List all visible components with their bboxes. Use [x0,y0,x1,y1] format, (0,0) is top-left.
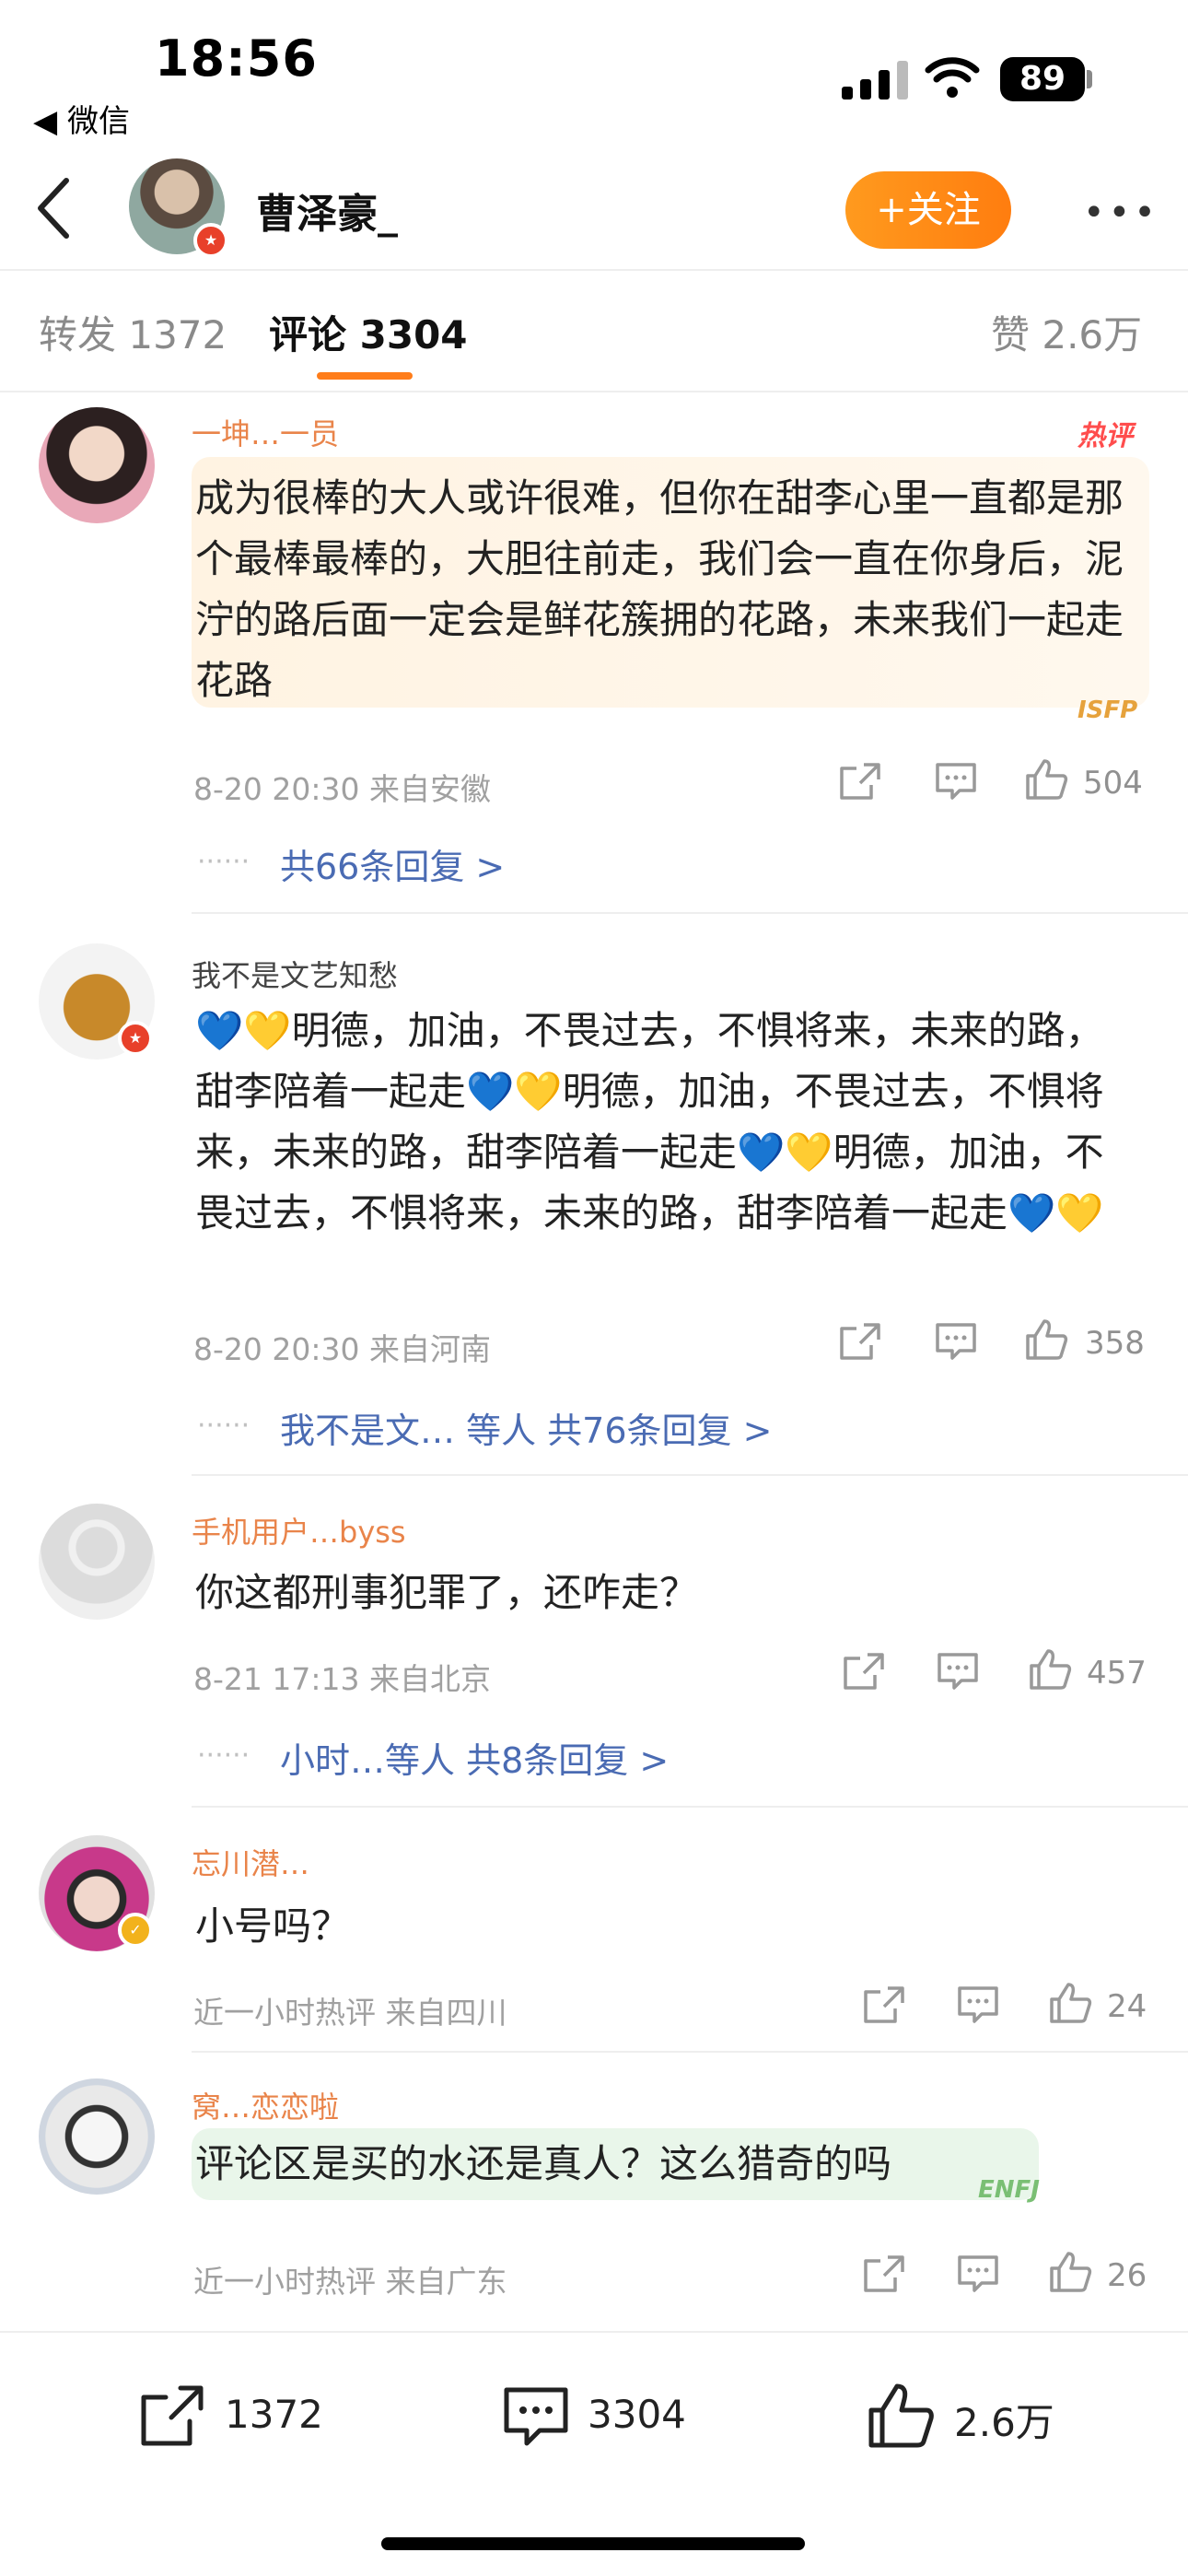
comment-username[interactable]: 忘川潜… [192,1841,309,1883]
view-replies-link[interactable]: 共66条回复 > [280,838,505,889]
back-arrow-icon[interactable] [29,175,79,241]
tabs-divider [0,391,1188,392]
like-count: 24 [1107,1988,1147,2025]
share-icon[interactable] [842,1651,886,1692]
comment-count[interactable]: 3304 [588,2392,686,2437]
share-icon[interactable] [862,2254,906,2294]
view-replies-link[interactable]: 我不是文… 等人 共76条回复 > [280,1402,772,1453]
mbti-sticker: ENFJ [978,2176,1040,2204]
active-tab-indicator [317,372,413,380]
comment-username[interactable]: 手机用户…byss [192,1509,406,1551]
comment-username[interactable]: 我不是文艺知愁 [192,953,398,995]
comment-divider [192,912,1188,914]
tab-repost[interactable]: 转发 1372 [39,304,227,360]
reply-icon[interactable] [956,2254,1000,2294]
comment-divider [192,2051,1188,2053]
like-icon[interactable] [1048,2250,1092,2292]
tab-comment[interactable]: 评论 3304 [269,304,468,360]
comment-meta: 近一小时热评 来自广东 [193,2264,507,2300]
repost-icon[interactable] [138,2383,206,2449]
like-icon[interactable] [866,2381,936,2451]
comment-avatar[interactable] [39,2078,155,2195]
view-replies-link[interactable]: 小时…等人 共8条回复 > [280,1732,669,1783]
comment-text: 你这都刑事犯罪了，还咋走？ [195,1570,699,1615]
follow-button[interactable]: +关注 [845,171,1011,249]
tab-like[interactable]: 赞 2.6万 [991,304,1142,360]
comment-text: 成为很棒的大人或许很难，但你在甜李心里一直都是那个最棒最棒的，大胆往前走，我们会… [195,475,1124,703]
like-icon[interactable] [1028,1647,1072,1690]
cellular-signal-icon [840,59,923,101]
share-icon[interactable] [838,1321,882,1362]
reply-icon[interactable] [956,1985,1000,2025]
bottom-divider [0,2331,1188,2333]
verified-badge-icon: ★ [193,223,228,258]
battery-indicator: 89 [1000,57,1085,101]
home-indicator[interactable] [381,2537,805,2550]
hot-comment-tag: 热评 [1077,420,1133,452]
like-total[interactable]: 2.6万 [954,2392,1054,2448]
like-count: 504 [1083,765,1143,802]
wifi-icon [925,53,980,100]
comment-divider [192,1806,1188,1808]
comment-meta: 8-20 20:30 来自河南 [193,1331,491,1367]
like-count: 457 [1087,1655,1147,1692]
comment-meta: 8-20 20:30 来自安徽 [193,771,491,807]
author-username[interactable]: 曹泽豪_ [256,181,398,240]
more-options-icon[interactable]: ••• [1083,192,1159,234]
reply-icon[interactable] [934,1321,978,1362]
verified-badge-icon: ✓ [118,1913,153,1948]
comment-icon[interactable] [501,2384,571,2451]
comment-meta: 近一小时热评 来自四川 [193,1995,507,2031]
header-divider [0,269,1188,271]
reply-dots: ······ [197,846,250,878]
status-time: 18:56 [155,29,318,88]
like-count: 358 [1085,1325,1145,1362]
reply-dots: ······ [197,1739,250,1772]
reply-dots: ······ [197,1410,250,1442]
reply-icon[interactable] [936,1651,980,1692]
share-icon[interactable] [862,1985,906,2025]
comment-divider [192,1474,1188,1476]
comment-avatar[interactable] [39,1504,155,1620]
reply-icon[interactable] [934,761,978,802]
repost-count[interactable]: 1372 [225,2392,323,2437]
comment-username[interactable]: 一坤…一员 [192,411,339,453]
mbti-sticker: ISFP [1077,697,1138,724]
like-icon[interactable] [1024,1317,1068,1360]
battery-tip [1087,70,1092,88]
back-to-wechat-link[interactable]: ◀ 微信 [33,96,130,141]
comment-avatar[interactable] [39,407,155,523]
comment-username[interactable]: 窝…恋恋啦 [192,2084,339,2126]
comment-text: 💙💛明德，加油，不畏过去，不惧将来，未来的路，甜李陪着一起走💙💛明德，加油，不畏… [195,1008,1104,1235]
verified-badge-icon: ★ [118,1021,153,1056]
comment-text: 小号吗？ [195,1903,351,1949]
comment-text: 评论区是买的水还是真人？这么猎奇的吗 [195,2141,892,2186]
share-icon[interactable] [838,761,882,802]
like-icon[interactable] [1048,1981,1092,2023]
like-icon[interactable] [1024,757,1068,800]
comment-meta: 8-21 17:13 来自北京 [193,1661,491,1697]
like-count: 26 [1107,2257,1147,2294]
